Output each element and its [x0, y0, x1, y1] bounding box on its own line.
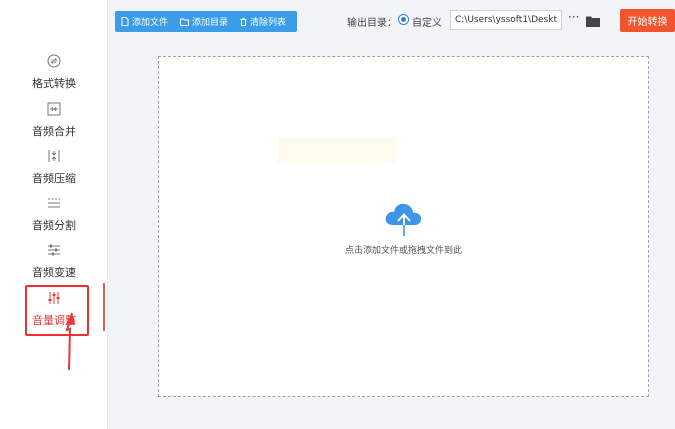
sidebar-item-label: 音频分割 — [32, 219, 76, 232]
folder-outline-icon — [180, 18, 190, 26]
split-icon — [45, 194, 63, 212]
sidebar-item-audio-merge[interactable]: 音频合并 — [0, 100, 108, 146]
speed-icon — [45, 241, 63, 259]
sidebar-item-label: 音频合并 — [32, 125, 76, 138]
add-folder-button[interactable]: 添加目录 — [174, 11, 234, 32]
annotation-arrow-icon — [65, 312, 75, 371]
drop-hint-text: 点击添加文件或拖拽文件到此 — [344, 246, 462, 256]
sidebar-item-audio-speed[interactable]: 音频变速 — [0, 241, 108, 287]
sidebar-item-label: 音频变速 — [32, 266, 76, 279]
top-toolbar: 添加文件 添加目录 清除列表 输出目录： 自定义 ··· 开始转换 — [108, 0, 675, 42]
file-icon — [121, 17, 129, 26]
sidebar-item-audio-split[interactable]: 音频分割 — [0, 194, 108, 240]
custom-radio-label[interactable]: 自定义 — [412, 14, 442, 29]
trash-icon — [240, 17, 247, 26]
sidebar-item-label: 格式转换 — [32, 77, 76, 90]
output-path-field[interactable] — [450, 10, 562, 30]
sidebar-item-audio-compress[interactable]: 音频压缩 — [0, 147, 108, 193]
faded-overlay — [277, 137, 397, 163]
sidebar: 格式转换 音频合并 音频压缩 音频分割 音频变速 音量调整 — [0, 0, 108, 429]
open-folder-icon[interactable] — [586, 12, 600, 31]
cloud-upload-icon — [385, 203, 422, 236]
add-file-button[interactable]: 添加文件 — [115, 11, 174, 32]
active-indicator — [103, 283, 105, 331]
sidebar-item-label: 音频压缩 — [32, 172, 76, 185]
clear-list-label: 清除列表 — [250, 18, 287, 28]
file-drop-zone[interactable]: 点击添加文件或拖拽文件到此 — [158, 56, 649, 397]
browse-more-button[interactable]: ··· — [568, 10, 579, 24]
output-dir-label: 输出目录： — [347, 18, 397, 29]
format-convert-icon — [45, 52, 63, 70]
custom-radio[interactable] — [398, 14, 409, 25]
sidebar-item-format-convert[interactable]: 格式转换 — [0, 52, 108, 98]
file-actions-group: 添加文件 添加目录 清除列表 — [115, 11, 297, 32]
start-convert-button[interactable]: 开始转换 — [620, 9, 675, 32]
add-file-label: 添加文件 — [132, 18, 169, 28]
merge-icon — [45, 100, 63, 118]
compress-icon — [45, 147, 63, 165]
add-folder-label: 添加目录 — [192, 18, 229, 28]
clear-list-button[interactable]: 清除列表 — [234, 11, 292, 32]
